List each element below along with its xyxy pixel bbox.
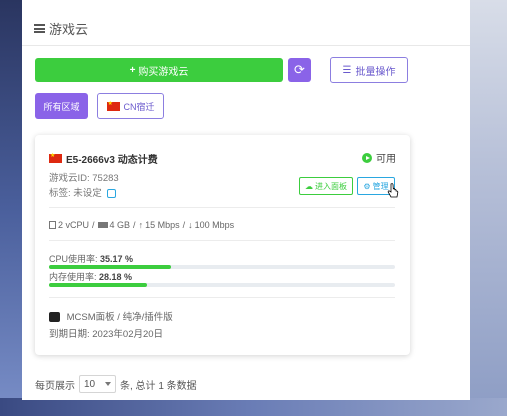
china-flag-icon (106, 100, 120, 111)
divider (49, 240, 395, 241)
buy-game-cloud-button[interactable]: + 购买游戏云 (35, 58, 283, 82)
filter-all-regions[interactable]: 所有区域 (35, 93, 88, 119)
server-name: E5-2666v3 动态计费 (66, 155, 158, 166)
batch-button-label: 批量操作 (355, 66, 396, 78)
spec-separator: / (182, 220, 186, 230)
buy-button-label: 购买游戏云 (138, 66, 189, 78)
refresh-button[interactable]: ⟳ (288, 58, 311, 82)
download-spec: 100 Mbps (194, 220, 235, 230)
panel-header: 游戏云 (22, 12, 470, 46)
per-page-prefix: 每页展示 (35, 380, 75, 392)
arrow-down-icon: ↓ (188, 220, 193, 230)
server-title: E5-2666v3 动态计费 (49, 151, 158, 166)
server-image: MCSM面板 / 纯净/插件版 (49, 309, 173, 323)
cpu-usage-bar (49, 265, 395, 269)
server-specs: 2 vCPU / 4 GB / ↑ 15 Mbps / ↓ 100 Mbps (49, 220, 234, 230)
mcsm-logo-icon (49, 312, 60, 323)
arrow-up-icon: ↑ (138, 220, 144, 230)
filter-region-suqian[interactable]: CN宿迁 (97, 93, 164, 119)
cpu-usage-fill (49, 265, 171, 269)
gear-icon: ⚙ (363, 181, 371, 191)
memory-usage-text: 内存使用率: (49, 272, 100, 282)
refresh-icon: ⟳ (294, 62, 305, 77)
background-right (467, 0, 507, 416)
cpu-spec: 2 vCPU (58, 220, 90, 230)
image-text: MCSM面板 / 纯净/插件版 (66, 312, 173, 323)
list-icon: ☰ (342, 64, 352, 76)
server-card: E5-2666v3 动态计费 可用 游戏云ID: 75283 标签: 未设定 ☁… (35, 135, 410, 355)
game-cloud-panel: 游戏云 + 购买游戏云 ⟳ ☰ 批量操作 所有区域 CN宿迁 E5-2666v3… (22, 0, 470, 400)
pagination-summary: 条, 总计 1 条数据 (120, 380, 197, 392)
divider (49, 207, 395, 208)
server-id: 游戏云ID: 75283 (49, 173, 119, 184)
upload-spec: 15 Mbps (145, 220, 180, 230)
per-page-value: 10 (84, 378, 96, 390)
tag-text: 标签: 未设定 (49, 188, 102, 199)
cpu-usage-text: CPU使用率: (49, 254, 101, 264)
spec-separator: / (133, 220, 136, 230)
china-flag-icon (49, 152, 62, 163)
per-page-select[interactable]: 10 (79, 375, 116, 393)
memory-usage-value: 28.18 % (99, 272, 133, 282)
edit-icon[interactable] (107, 188, 117, 198)
memory-usage-bar (49, 283, 395, 287)
status-text: 可用 (376, 154, 396, 165)
enter-panel-button[interactable]: ☁ 进入面板 (299, 177, 353, 195)
divider (49, 297, 395, 298)
filter-all-label: 所有区域 (43, 101, 80, 112)
filter-region-label: CN宿迁 (123, 101, 155, 112)
background-left (0, 0, 22, 416)
pagination: 每页展示 10 条, 总计 1 条数据 (35, 375, 197, 393)
spec-separator: / (92, 220, 95, 230)
status-badge: 可用 (362, 150, 396, 165)
background-bottom (0, 398, 507, 416)
enter-panel-label: 进入面板 (315, 181, 347, 191)
memory-usage-label: 内存使用率: 28.18 % (49, 270, 132, 283)
batch-operation-button[interactable]: ☰ 批量操作 (330, 57, 408, 83)
chevron-down-icon (105, 382, 111, 386)
server-tag: 标签: 未设定 (49, 185, 117, 199)
hand-cursor-icon (387, 183, 399, 198)
cloud-icon: ☁ (305, 181, 313, 191)
cpu-icon (49, 221, 56, 229)
memory-spec: 4 GB (109, 220, 131, 230)
play-circle-icon (362, 152, 372, 163)
cpu-usage-label: CPU使用率: 35.17 % (49, 252, 133, 265)
page-title: 游戏云 (49, 22, 89, 37)
list-icon (34, 24, 45, 33)
memory-icon (97, 222, 108, 228)
cpu-usage-value: 35.17 % (100, 254, 134, 264)
memory-usage-fill (49, 283, 147, 287)
plus-icon: + (129, 64, 136, 76)
expiry-date: 到期日期: 2023年02月20日 (49, 329, 164, 340)
